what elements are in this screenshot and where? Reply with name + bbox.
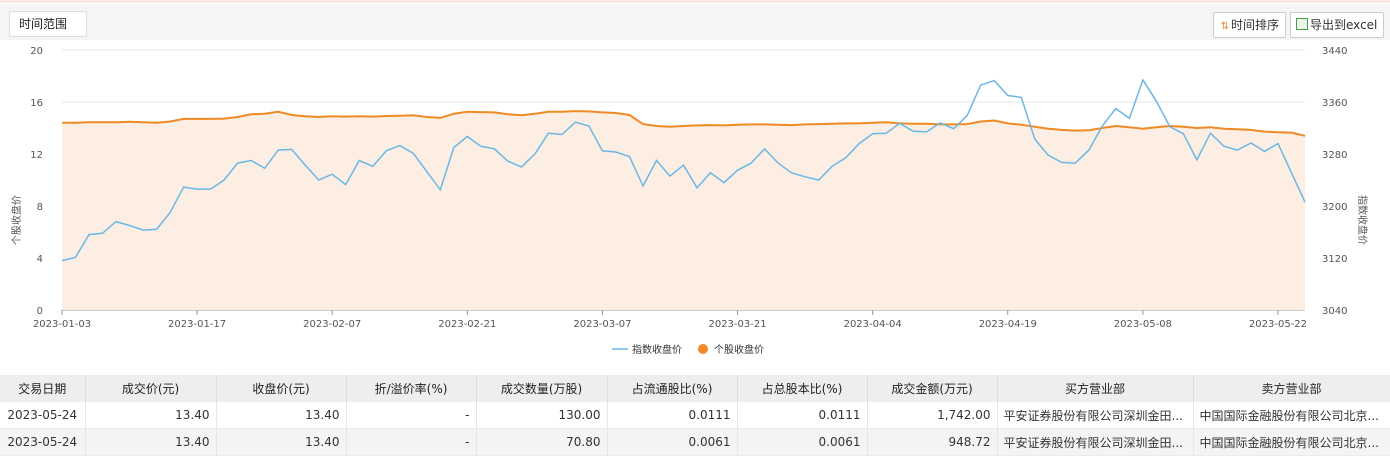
y-left-tick-label: 20 [30,46,43,57]
table-cell: 1,742.00 [867,402,998,429]
x-tick-label: 2023-03-07 [573,319,631,330]
table-cell: - [346,402,477,429]
table-cell: 中国国际金融股份有限公司北京... [1193,402,1390,429]
y-right-tick-label: 3280 [1322,150,1347,161]
table-cell: 13.40 [85,428,217,456]
legend: 指数收盘价 个股收盘价 [612,343,764,356]
export-excel-label: 导出到excel [1310,18,1378,32]
table-cell: 0.0111 [607,402,738,429]
table-cell: 13.40 [216,402,347,429]
y-left-tick-label: 8 [37,202,43,213]
table-cell: 130.00 [476,402,608,429]
y-left-axis-label: 个股收盘价 [10,195,23,245]
stock-area-fill [62,111,1305,310]
x-tick-label: 2023-01-03 [33,319,91,330]
table-row: 2023-05-24 13.40 13.40-70.80 0.0061 0.0061 94… [0,428,1390,456]
table-cell: 0.0061 [737,428,868,456]
column-header[interactable]: 成交数量(万股) [476,375,608,402]
sort-icon: ⇅ [1220,21,1230,32]
column-header[interactable]: 买方营业部 [997,375,1194,402]
table-cell: 13.40 [216,428,347,456]
table-row: 2023-05-24 13.40 13.40-130.00 0.0111 0.0111 1… [0,402,1390,429]
x-axis-ticks: 2023-01-03 2023-01-17 2023-02-07 2023-02-21… [33,310,1307,330]
table-body: 2023-05-24 13.40 13.40-130.00 0.0111 0.0111 1… [0,402,1390,456]
table-header-row: 交易日期 成交价(元) 收盘价(元) 折/溢价率(%) 成交数量(万股) 占流通股比(%)… [0,375,1390,402]
x-tick-label: 2023-04-04 [844,319,902,330]
table-cell: 2023-05-24 [0,428,86,456]
table-cell: 0.0111 [737,402,868,429]
column-header[interactable]: 卖方营业部 [1193,375,1390,402]
time-range-button[interactable]: 时间范围 [9,11,87,37]
column-header[interactable]: 交易日期 [0,375,86,402]
legend-stock-swatch [698,344,708,354]
column-header[interactable]: 折/溢价率(%) [346,375,477,402]
table-cell: 948.72 [867,428,998,456]
x-tick-label: 2023-05-22 [1249,319,1307,330]
table-cell: 平安证券股份有限公司深圳金田... [997,402,1194,429]
column-header[interactable]: 收盘价(元) [216,375,347,402]
y-right-tick-label: 3200 [1322,202,1347,213]
y-right-axis-label: 指数收盘价 [1356,195,1369,245]
right-axis-ticks: 3040 3120 3200 3280 3360 3440 [1322,46,1347,317]
table-cell: - [346,428,477,456]
price-chart: 0 4 8 12 16 20 3040 3120 3200 3280 3360 3440 2023-… [10,46,1369,356]
legend-item-index[interactable]: 指数收盘价 [612,343,682,356]
x-tick-label: 2023-03-21 [708,319,766,330]
y-right-tick-label: 3120 [1322,254,1347,265]
legend-item-stock[interactable]: 个股收盘价 [698,343,764,356]
y-left-tick-label: 16 [30,98,43,109]
table-cell: 0.0061 [607,428,738,456]
excel-icon [1296,18,1308,30]
y-left-tick-label: 12 [30,150,43,161]
x-tick-label: 2023-05-08 [1114,319,1172,330]
table-cell: 中国国际金融股份有限公司北京... [1193,428,1390,456]
time-sort-button[interactable]: ⇅ 时间排序 [1213,12,1286,38]
column-header[interactable]: 占流通股比(%) [607,375,738,402]
table-cell: 70.80 [476,428,608,456]
y-right-tick-label: 3040 [1322,306,1347,317]
block-trades-table: 交易日期 成交价(元) 收盘价(元) 折/溢价率(%) 成交数量(万股) 占流通股比(%)… [0,375,1390,456]
table-cell: 平安证券股份有限公司深圳金田... [997,428,1194,456]
x-tick-label: 2023-02-21 [438,319,496,330]
toolbar: 时间范围 ⇅ 时间排序 导出到excel [0,4,1390,40]
column-header[interactable]: 占总股本比(%) [737,375,868,402]
column-header[interactable]: 成交价(元) [85,375,217,402]
y-left-tick-label: 4 [37,254,43,265]
top-accent-line [0,0,1390,3]
x-tick-label: 2023-02-07 [303,319,361,330]
legend-stock-label: 个股收盘价 [714,343,764,356]
table-cell: 13.40 [85,402,217,429]
x-tick-label: 2023-04-19 [979,319,1037,330]
time-sort-label: 时间排序 [1231,18,1280,32]
x-tick-label: 2023-01-17 [168,319,226,330]
column-header[interactable]: 成交金额(万元) [867,375,998,402]
y-left-tick-label: 0 [37,306,43,317]
legend-index-label: 指数收盘价 [632,343,682,356]
y-right-tick-label: 3440 [1322,46,1347,57]
table-cell: 2023-05-24 [0,402,86,429]
export-excel-button[interactable]: 导出到excel [1290,12,1384,38]
left-axis-ticks: 0 4 8 12 16 20 [30,46,43,317]
y-right-tick-label: 3360 [1322,98,1347,109]
